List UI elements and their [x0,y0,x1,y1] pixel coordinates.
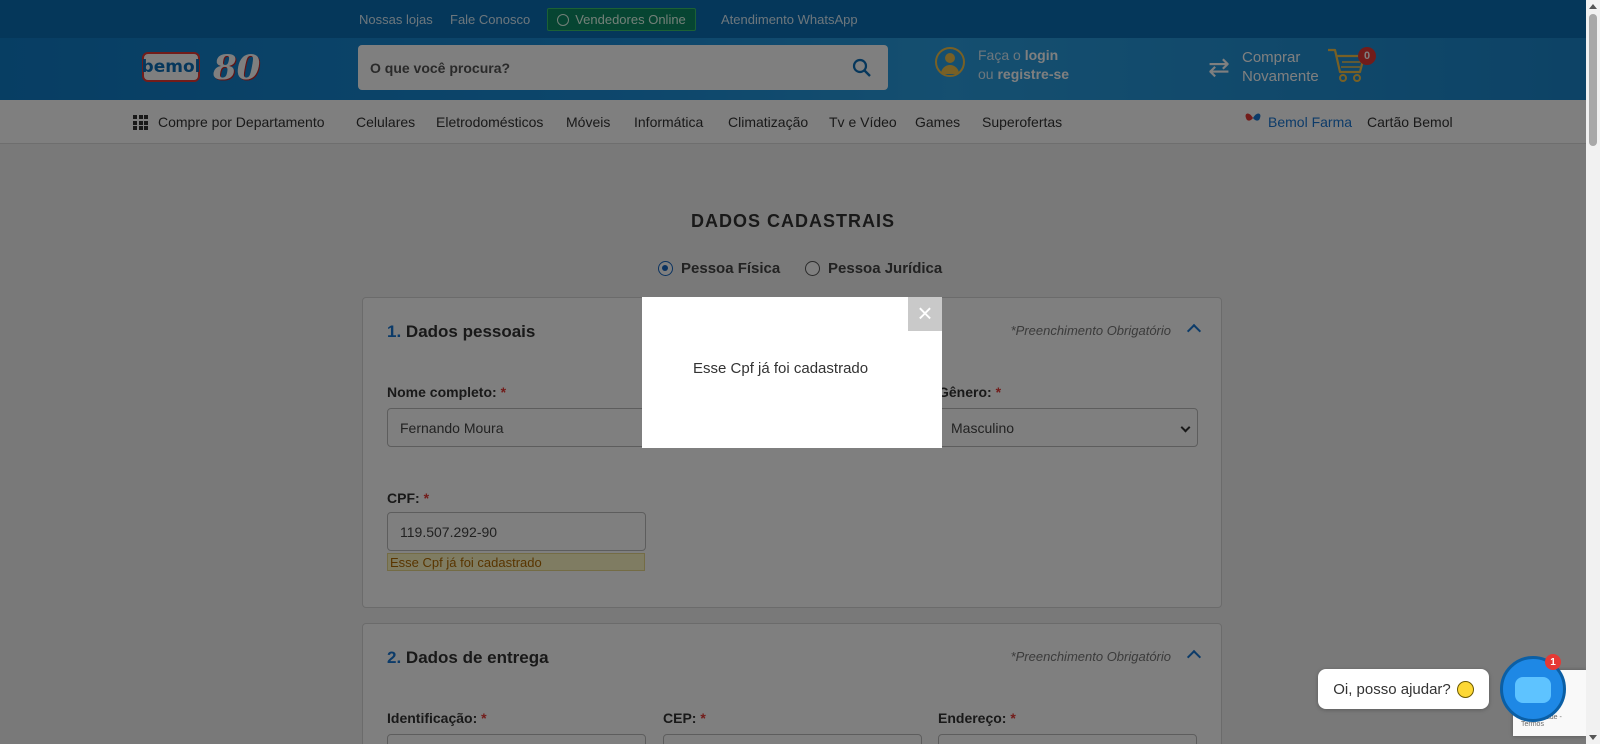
scrollbar-thumb[interactable] [1589,14,1597,146]
alert-modal: × Esse Cpf já foi cadastrado [642,297,942,448]
chat-bubble-text: Oi, posso ajudar? [1333,680,1451,698]
chat-bubble[interactable]: Oi, posso ajudar? [1318,669,1489,709]
smile-icon [1456,680,1474,698]
robot-face [1515,677,1551,703]
scroll-up-arrow-icon[interactable] [1589,4,1597,9]
scrollbar[interactable] [1586,0,1600,744]
modal-message: Esse Cpf já foi cadastrado [693,360,869,377]
close-icon[interactable]: × [908,297,942,331]
scroll-down-arrow-icon[interactable] [1589,735,1597,740]
chat-notification-badge: 1 [1545,654,1561,670]
